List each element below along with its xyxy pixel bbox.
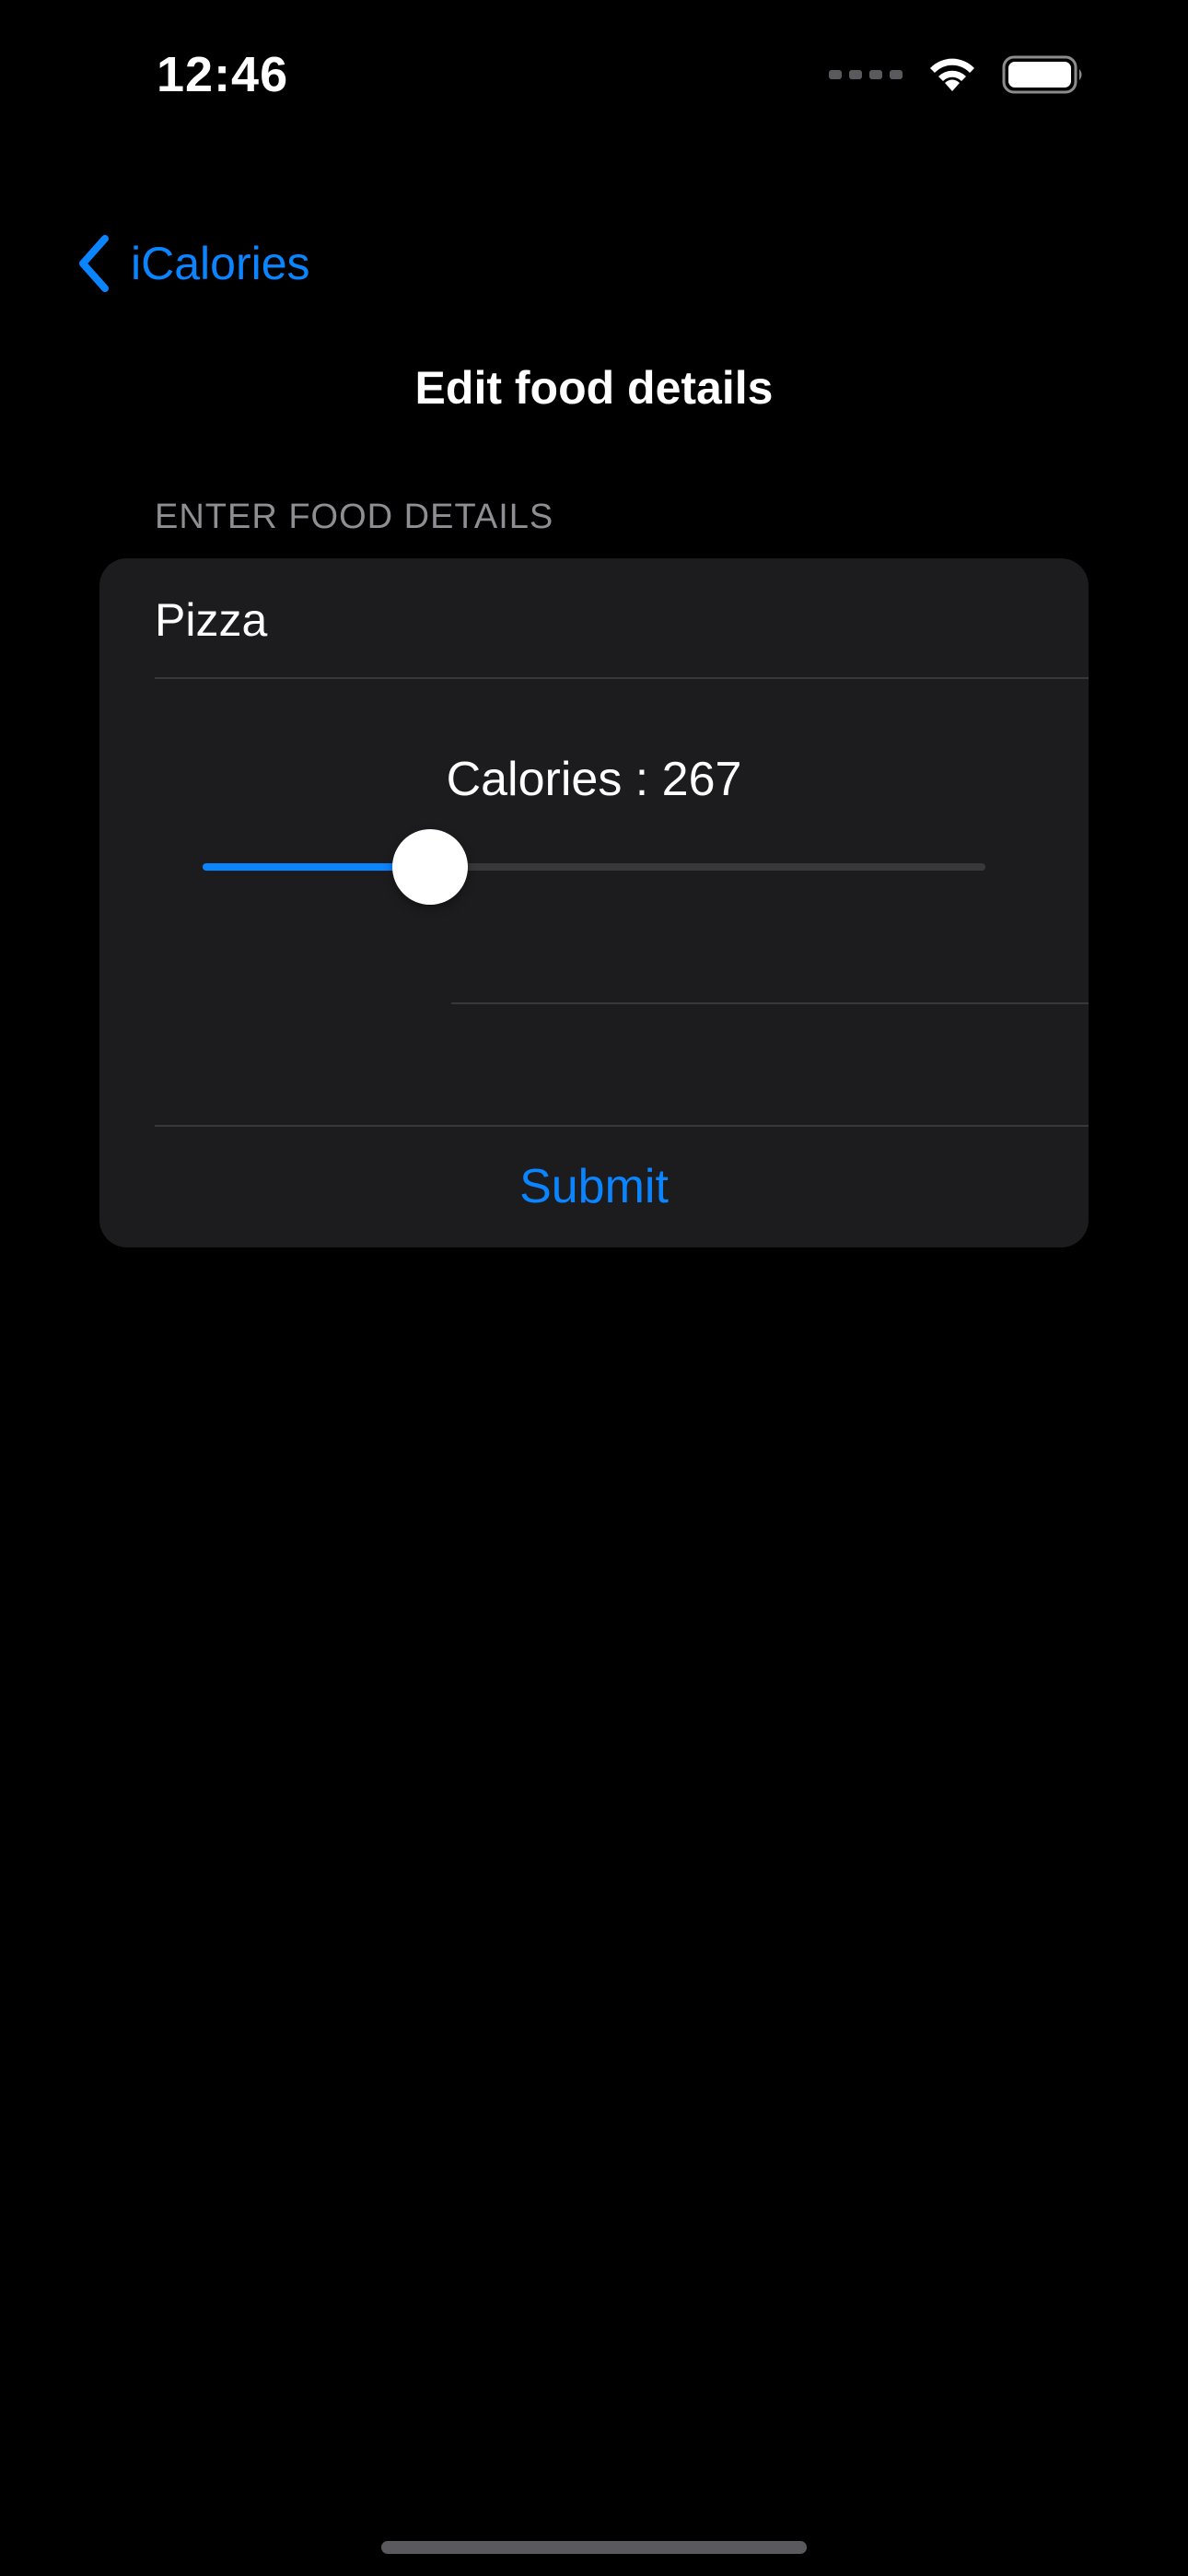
status-icons [829, 55, 1085, 94]
section-header: ENTER FOOD DETAILS [155, 498, 554, 536]
calories-slider[interactable] [203, 829, 985, 905]
submit-button[interactable]: Submit [99, 1159, 1089, 1214]
page-title: Edit food details [414, 362, 774, 414]
food-name-field[interactable]: Pizza [155, 593, 267, 647]
home-indicator [381, 2541, 807, 2554]
wifi-icon [930, 58, 974, 91]
back-button[interactable]: iCalories [76, 235, 310, 292]
divider [155, 677, 1089, 679]
status-time: 12:46 [157, 47, 289, 102]
divider [155, 1125, 1089, 1127]
battery-icon [1002, 55, 1082, 94]
cellular-signal-icon [829, 70, 903, 79]
calories-label: Calories : 267 [446, 753, 742, 806]
divider [451, 1002, 1089, 1004]
slider-thumb[interactable] [391, 829, 468, 905]
back-button-label: iCalories [131, 238, 310, 289]
chevron-left-icon [79, 235, 109, 292]
food-details-card: Pizza Calories : 267 Submit [99, 558, 1089, 1247]
